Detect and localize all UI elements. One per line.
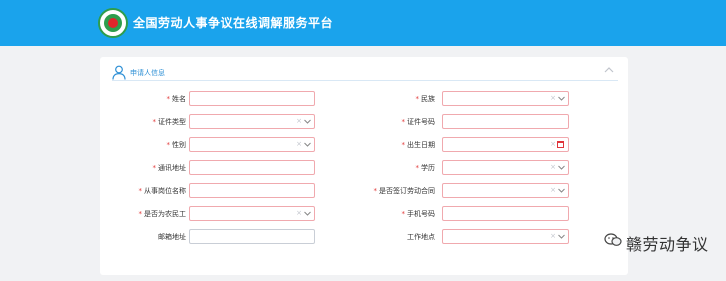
position-label: * 从事岗位名称 (138, 187, 187, 195)
chevron-down-icon (304, 142, 311, 147)
chevron-up-icon[interactable] (604, 66, 614, 74)
phone-label: * 手机号码 (401, 210, 436, 218)
birth-date-picker[interactable]: × (442, 137, 569, 152)
clear-icon[interactable]: × (296, 209, 302, 218)
work-location-select[interactable]: × (442, 229, 569, 244)
education-label: * 学历 (415, 164, 436, 172)
education-select[interactable]: × (442, 160, 569, 175)
chevron-down-icon (558, 188, 565, 193)
migrant-worker-select[interactable]: × (189, 206, 315, 221)
ethnicity-label: * 民族 (415, 95, 436, 103)
user-icon (112, 65, 126, 80)
clear-icon[interactable]: × (550, 94, 556, 103)
ethnicity-select[interactable]: × (442, 91, 569, 106)
postal-address-label: 邮箱地址 (158, 233, 186, 241)
phone-input[interactable] (442, 206, 569, 221)
id-number-label: * 证件号码 (401, 118, 436, 126)
address-label: * 通讯地址 (152, 164, 187, 172)
clear-icon[interactable]: × (296, 140, 302, 149)
calendar-icon[interactable] (557, 141, 564, 148)
birth-date-label: * 出生日期 (401, 141, 436, 149)
clear-icon[interactable]: × (550, 232, 556, 241)
chevron-down-icon (304, 119, 311, 124)
migrant-worker-label: * 是否为农民工 (138, 210, 187, 218)
name-label: * 姓名 (166, 95, 187, 103)
gender-select[interactable]: × (189, 137, 315, 152)
id-type-label: * 证件类型 (152, 118, 187, 126)
chevron-down-icon (558, 165, 565, 170)
chevron-down-icon (558, 234, 565, 239)
clear-icon[interactable]: × (550, 140, 556, 149)
labor-contract-label: * 是否签订劳动合同 (373, 187, 436, 195)
position-input[interactable] (189, 183, 315, 198)
site-title: 全国劳动人事争议在线调解服务平台 (133, 16, 334, 30)
watermark-text: 赣劳动争议 (626, 235, 709, 254)
top-header: 全国劳动人事争议在线调解服务平台 (0, 0, 726, 46)
applicant-form-card: 申请人信息 * 姓名 * 民族 × * 证件类型 × * 证件号码 * 性别 × * 出生日… (100, 57, 628, 275)
clear-icon[interactable]: × (550, 163, 556, 172)
postal-address-input[interactable] (189, 229, 315, 244)
work-location-label: 工作地点 (407, 233, 435, 241)
section-header: 申请人信息 (112, 65, 618, 81)
gender-label: * 性别 (166, 141, 187, 149)
platform-logo (98, 8, 128, 38)
name-input[interactable] (189, 91, 315, 106)
id-type-select[interactable]: × (189, 114, 315, 129)
clear-icon[interactable]: × (550, 186, 556, 195)
wechat-icon (604, 233, 622, 246)
labor-contract-select[interactable]: × (442, 183, 569, 198)
clear-icon[interactable]: × (296, 117, 302, 126)
chevron-down-icon (558, 96, 565, 101)
section-title: 申请人信息 (130, 69, 165, 77)
address-input[interactable] (189, 160, 315, 175)
chevron-down-icon (304, 211, 311, 216)
id-number-input[interactable] (442, 114, 569, 129)
